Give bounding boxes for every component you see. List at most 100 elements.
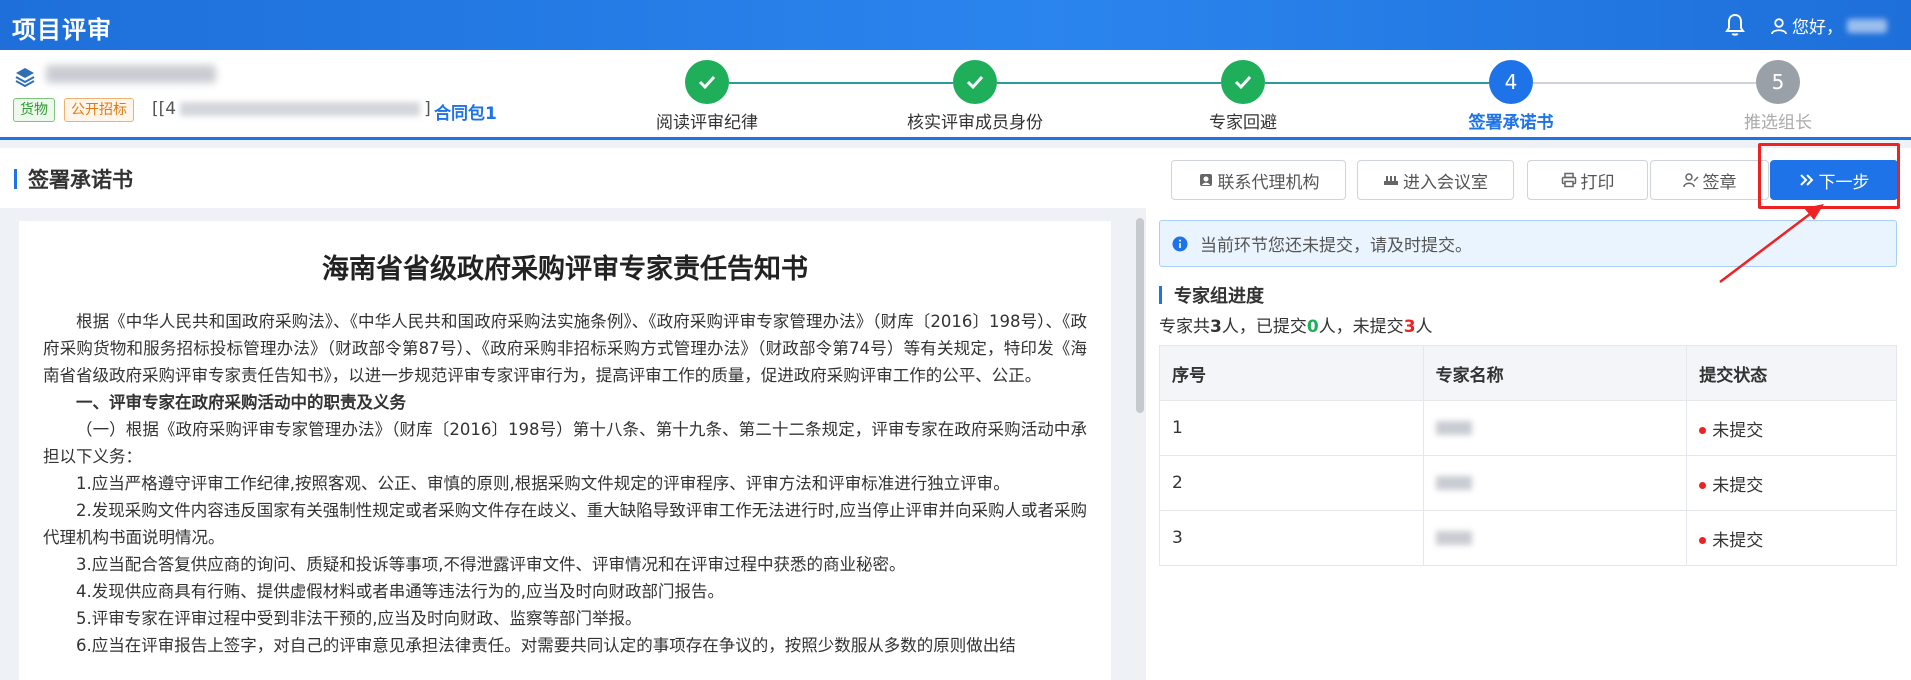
section-accent-bar — [14, 169, 17, 189]
document-paragraph: 5.评审专家在评审过程中受到非法干预的,应当及时向财政、监察等部门举报。 — [76, 609, 642, 628]
contract-package-link[interactable]: 合同包1 — [434, 99, 497, 124]
expert-name-cell — [1422, 455, 1688, 511]
info-icon — [1172, 236, 1188, 251]
row-index: 1 — [1159, 400, 1424, 456]
document-paragraph: 1.应当严格遵守评审工作纪律,按照客观、公正、审慎的原则,根据采购文件规定的评审… — [76, 474, 1010, 493]
expert-name-cell — [1422, 510, 1688, 566]
step-1-check — [685, 60, 729, 104]
step-connector-2 — [997, 82, 1221, 84]
status-cell: 未提交 — [1686, 400, 1897, 456]
table-header-row: 序号 专家名称 提交状态 — [1159, 345, 1897, 401]
enter-meeting-label: 进入会议室 — [1403, 172, 1488, 193]
print-label: 打印 — [1580, 172, 1615, 193]
group-progress-title: 专家组进度 — [1174, 286, 1264, 307]
group-progress-heading: 专家组进度 — [1159, 282, 1264, 308]
annotation-arrow-icon — [1719, 204, 1824, 283]
step-connector-4 — [1533, 82, 1756, 84]
status-text: 未提交 — [1712, 530, 1764, 551]
summary-submitted: 0 — [1306, 317, 1319, 337]
document-paragraph: 6.应当在评审报告上签字，对自己的评审意见承担法律责任。对需要共同认定的事项存在… — [76, 636, 1016, 655]
app-title: 项目评审 — [12, 16, 112, 44]
table-row: 3 未提交 — [1159, 510, 1897, 566]
check-icon — [966, 75, 984, 90]
status-dot-icon — [1699, 537, 1707, 544]
column-header-index: 序号 — [1159, 345, 1424, 401]
status-text: 未提交 — [1712, 420, 1764, 441]
step-3-check — [1221, 60, 1265, 104]
printer-icon — [1561, 172, 1576, 188]
project-name-redacted — [46, 65, 216, 83]
contact-agency-label: 联系代理机构 — [1217, 172, 1320, 193]
document-paragraph: 4.发现供应商具有行贿、提供虚假材料或者串通等违法行为的,应当及时向财政部门报告… — [76, 582, 724, 601]
project-code-suffix: ] — [424, 99, 431, 119]
user-menu[interactable]: 您好， — [1770, 13, 1887, 38]
enter-meeting-button[interactable]: 进入会议室 — [1357, 160, 1514, 200]
step-connector-3 — [1265, 82, 1489, 84]
column-header-expert-name: 专家名称 — [1422, 345, 1688, 401]
step-2-label: 核实评审成员身份 — [907, 113, 1043, 133]
bell-icon[interactable] — [1723, 12, 1747, 38]
user-sign-icon — [1682, 173, 1699, 188]
status-cell: 未提交 — [1686, 455, 1897, 511]
step-5-label: 推选组长 — [1744, 113, 1812, 133]
group-progress-accent-bar — [1159, 286, 1162, 304]
top-header: 项目评审 您好， — [0, 0, 1911, 50]
summary-mid2: 人，未提交 — [1318, 317, 1404, 337]
sign-seal-button[interactable]: 签章 — [1650, 160, 1769, 200]
step-connector-1 — [729, 82, 953, 84]
document-paragraph: 3.应当配合答复供应商的询问、质疑和投诉等事项,不得泄露评审文件、评审情况和在评… — [76, 555, 906, 574]
table-row: 2 未提交 — [1159, 455, 1897, 511]
row-index: 2 — [1159, 455, 1424, 511]
step-4-number: 4 — [1489, 60, 1533, 104]
expert-name-redacted — [1435, 531, 1472, 545]
document-scrollbar-thumb[interactable] — [1136, 218, 1144, 413]
document-paragraph: 2.发现采购文件内容违反国家有关强制性规定或者采购文件存在歧义、重大缺陷导致评审… — [43, 501, 1087, 547]
contact-agency-button[interactable]: 联系代理机构 — [1171, 160, 1346, 200]
user-icon — [1771, 17, 1787, 34]
contact-icon — [1199, 174, 1212, 186]
project-code-redacted — [180, 102, 421, 116]
document-paragraph: （一）根据《政府采购评审专家管理办法》（财库〔2016〕198号）第十八条、第十… — [43, 420, 1087, 466]
sign-seal-label: 签章 — [1702, 172, 1737, 193]
expert-name-redacted — [1435, 476, 1472, 490]
submit-notice-text: 当前环节您还未提交，请及时提交。 — [1200, 236, 1472, 256]
summary-pending: 3 — [1403, 317, 1416, 337]
table-row: 1 未提交 — [1159, 400, 1897, 456]
status-cell: 未提交 — [1686, 510, 1897, 566]
document-heading: 一、评审专家在政府采购活动中的职责及义务 — [76, 393, 406, 412]
expert-name-redacted — [1435, 421, 1472, 435]
check-icon — [1234, 75, 1252, 90]
tag-open-bidding: 公开招标 — [64, 98, 134, 122]
step-2-check — [953, 60, 997, 104]
summary-suffix: 人 — [1415, 317, 1433, 337]
app-root: 项目评审 您好， 货物 公开招标 [[4 ] 合同包1 阅读评审纪律 核实评审成… — [0, 0, 1911, 680]
tag-goods: 货物 — [13, 98, 55, 122]
expert-table: 序号 专家名称 提交状态 1 未提交 2 未提交 3 未提交 — [1159, 345, 1897, 566]
step-1-label: 阅读评审纪律 — [656, 113, 758, 133]
row-index: 3 — [1159, 510, 1424, 566]
summary-prefix: 专家共 — [1159, 317, 1210, 337]
step-4-label: 签署承诺书 — [1468, 113, 1554, 133]
project-code-prefix: [[4 — [152, 99, 177, 119]
step-3-label: 专家回避 — [1209, 113, 1277, 133]
project-code: [[4 ] — [152, 99, 431, 119]
document-paragraph: 根据《中华人民共和国政府采购法》、《中华人民共和国政府采购法实施条例》、《政府采… — [43, 312, 1087, 385]
document-page: 海南省省级政府采购评审专家责任告知书 根据《中华人民共和国政府采购法》、《中华人… — [19, 221, 1111, 680]
step-5-number: 5 — [1756, 60, 1800, 104]
expert-name-cell — [1422, 400, 1688, 456]
document-title: 海南省省级政府采购评审专家责任告知书 — [322, 254, 808, 285]
status-dot-icon — [1699, 482, 1707, 489]
user-name-redacted — [1847, 18, 1887, 33]
column-header-status: 提交状态 — [1686, 345, 1897, 401]
summary-total: 3 — [1210, 317, 1222, 337]
summary-mid1: 人，已提交 — [1221, 317, 1307, 337]
print-button[interactable]: 打印 — [1527, 160, 1648, 200]
meeting-icon — [1384, 176, 1398, 185]
document-viewer: 海南省省级政府采购评审专家责任告知书 根据《中华人民共和国政府采购法》、《中华人… — [0, 208, 1140, 680]
status-text: 未提交 — [1712, 475, 1764, 496]
progress-summary: 专家共3人，已提交0人，未提交3人 — [1159, 312, 1433, 337]
status-dot-icon — [1699, 427, 1707, 434]
check-icon — [698, 75, 716, 90]
section-title: 签署承诺书 — [28, 168, 133, 192]
section-header: 签署承诺书 联系代理机构 进入会议室 打印 签章 下一步 — [0, 148, 1911, 208]
